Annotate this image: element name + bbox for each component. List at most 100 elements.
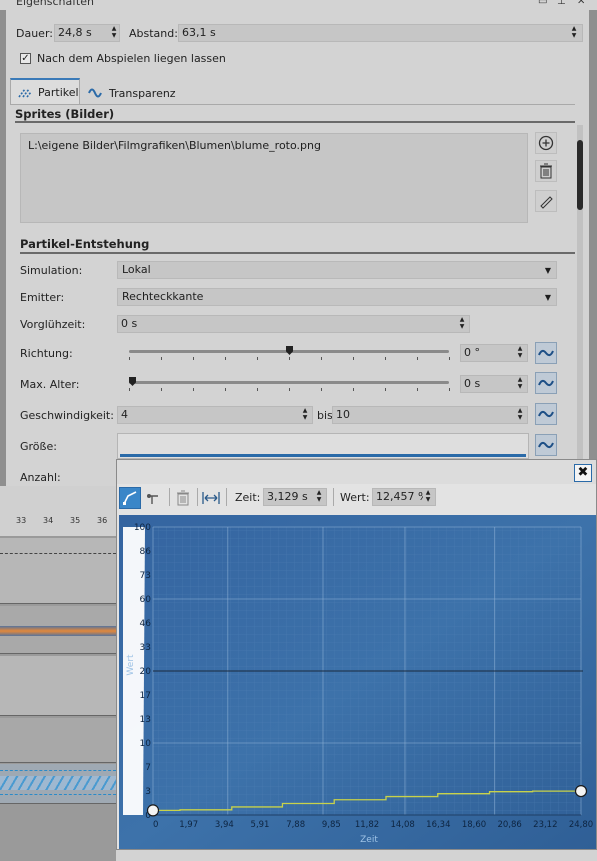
emitter-label: Emitter:	[20, 291, 65, 304]
delete-sprite-button[interactable]	[535, 160, 557, 182]
curve-plot[interactable]: 037101317203346607386100 0 1,97 3,94 5,91 7,…	[119, 515, 596, 849]
slider-tick	[289, 388, 290, 391]
track-dash-line	[0, 553, 116, 554]
edit-sprite-button[interactable]	[535, 190, 557, 212]
x-tick-label: 14,08	[390, 820, 414, 830]
panel-title: Eigenschaften	[16, 0, 94, 8]
zeit-stepper[interactable]: ▲ ▼	[314, 489, 324, 505]
timeline-ruler: 33 34 35 36	[0, 486, 116, 536]
anzahl-label: Anzahl:	[20, 471, 61, 484]
maxalter-label: Max. Alter:	[20, 378, 80, 391]
maxalter-stepper[interactable]: ▲ ▼	[515, 376, 525, 392]
richtung-curve-button[interactable]	[535, 342, 557, 364]
panel-titlebar: Eigenschaften ▭ ⊥ ✕	[0, 0, 597, 10]
groesse-curve-preview[interactable]	[117, 433, 529, 459]
y-axis-label: Wert	[126, 654, 136, 676]
maxalter-slider[interactable]	[129, 381, 449, 384]
y-tick-label: 100	[134, 523, 151, 533]
geschw-from-field[interactable]: 4	[117, 406, 313, 424]
slider-tick	[129, 388, 130, 391]
y-tick-label: 3	[145, 787, 151, 797]
x-tick-label: 23,12	[533, 820, 557, 830]
x-tick-label: 1,97	[179, 820, 198, 830]
ruler-number: 36	[97, 516, 108, 525]
sprite-list[interactable]: L:\eigene Bilder\Filmgrafiken\Blumen\blu…	[20, 133, 528, 223]
abstand-field[interactable]: 63,1 s	[178, 24, 583, 42]
editor-close-button[interactable]: ✖	[574, 464, 592, 482]
geschw-to-stepper[interactable]: ▲ ▼	[515, 407, 525, 423]
ruler-number: 34	[43, 516, 54, 525]
ruler-number: 33	[16, 516, 27, 525]
groesse-curve-button[interactable]	[535, 434, 557, 456]
timeline-track-1[interactable]	[0, 538, 116, 604]
curve-icon	[538, 379, 554, 387]
geschw-to-field[interactable]: 10	[332, 406, 528, 424]
y-tick-label: 60	[140, 595, 152, 605]
slider-tick	[193, 357, 194, 360]
leave-after-play-label: Nach dem Abspielen liegen lassen	[37, 52, 226, 65]
panel-left-border	[0, 10, 6, 486]
timeline-area: 33 34 35 36	[0, 486, 116, 861]
maxalter-curve-button[interactable]	[535, 372, 557, 394]
geschw-from-stepper[interactable]: ▲ ▼	[300, 407, 310, 423]
dauer-label: Dauer:	[16, 27, 53, 40]
delete-keyframe-button[interactable]	[172, 487, 194, 509]
vorgluh-stepper[interactable]: ▲ ▼	[457, 316, 467, 332]
simulation-select[interactable]: Lokal ▼	[117, 261, 557, 279]
y-tick-label: 20	[140, 667, 152, 677]
x-tick-label: 16,34	[426, 820, 450, 830]
keyframe-strip	[0, 776, 116, 790]
sprite-list-item[interactable]: L:\eigene Bilder\Filmgrafiken\Blumen\blu…	[28, 139, 520, 152]
slider-tick	[449, 388, 450, 391]
panel-scrollbar-thumb[interactable]	[577, 140, 583, 210]
brush-icon	[540, 196, 553, 209]
geschw-curve-button[interactable]	[535, 403, 557, 425]
timeline-track-4[interactable]	[0, 764, 116, 804]
slider-tick	[353, 357, 354, 360]
editor-titlebar	[117, 460, 596, 484]
maxalter-slider-thumb[interactable]	[129, 377, 136, 386]
curve-icon	[538, 410, 554, 418]
curve-tool-icon	[123, 491, 137, 505]
dauer-stepper[interactable]: ▲ ▼	[109, 25, 119, 41]
y-tick-label: 86	[140, 547, 152, 557]
vorgluh-field[interactable]: 0 s	[117, 315, 470, 333]
simulation-value: Lokal	[122, 263, 151, 276]
track-dash-line	[0, 794, 116, 795]
tab-partikel[interactable]: Partikel	[10, 78, 80, 104]
groesse-curve-line	[120, 454, 526, 457]
wert-stepper[interactable]: ▲ ▼	[423, 489, 433, 505]
plus-circle-icon	[538, 135, 554, 151]
draw-curve-tool[interactable]	[119, 487, 141, 509]
emitter-select[interactable]: Rechteckkante ▼	[117, 288, 557, 306]
keyframe-handle[interactable]	[574, 784, 588, 798]
add-sprite-button[interactable]	[535, 132, 557, 154]
x-axis-label: Zeit	[360, 835, 378, 845]
slider-tick	[161, 357, 162, 360]
leave-after-play-checkbox[interactable]: ✓	[20, 53, 31, 64]
step-curve-tool[interactable]	[143, 487, 165, 509]
slider-tick	[385, 357, 386, 360]
slider-tick	[385, 388, 386, 391]
close-icon[interactable]: ✕	[577, 0, 585, 7]
particle-icon	[18, 88, 32, 98]
abstand-stepper[interactable]: ▲ ▼	[569, 25, 579, 41]
timeline-track-2[interactable]	[0, 656, 116, 716]
tab-transparenz-label: Transparenz	[109, 86, 176, 100]
groesse-label: Größe:	[20, 440, 57, 453]
restore-icon[interactable]: ▭	[538, 0, 547, 7]
slider-tick	[417, 388, 418, 391]
richtung-stepper[interactable]: ▲ ▼	[515, 345, 525, 361]
emitter-value: Rechteckkante	[122, 290, 204, 303]
chevron-down-icon: ▼	[544, 266, 551, 275]
tab-transparenz[interactable]: Transparenz	[82, 80, 178, 106]
fit-width-button[interactable]	[200, 487, 222, 509]
emission-heading-rule	[20, 252, 575, 254]
richtung-label: Richtung:	[20, 347, 73, 360]
richtung-slider-thumb[interactable]	[286, 346, 293, 355]
timeline-track-audio[interactable]	[0, 606, 116, 654]
keyframe-handle[interactable]	[146, 804, 160, 817]
slider-tick	[321, 388, 322, 391]
pin-icon[interactable]: ⊥	[557, 0, 566, 7]
timeline-track-3[interactable]	[0, 718, 116, 763]
